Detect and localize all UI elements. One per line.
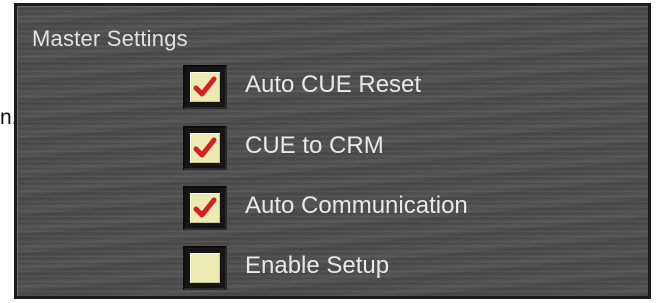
auto-cue-reset-label: Auto CUE Reset (245, 71, 422, 98)
auto-cue-reset-checkbox[interactable] (183, 65, 227, 109)
enable-setup-checkbox[interactable] (183, 246, 227, 290)
check-mark-icon (193, 197, 217, 218)
option-auto-communication[interactable]: Auto Communication (183, 186, 623, 232)
enable-setup-label: Enable Setup (245, 252, 390, 279)
option-cue-to-crm[interactable]: CUE to CRM (183, 126, 623, 172)
auto-communication-checkbox[interactable] (183, 186, 227, 230)
auto-communication-label: Auto Communication (245, 192, 468, 219)
cropped-text-fragment: n. (0, 106, 14, 129)
panel-title: Master Settings (32, 26, 188, 51)
check-mark-icon (193, 137, 217, 158)
option-enable-setup[interactable]: Enable Setup (183, 246, 623, 292)
cue-to-crm-checkbox[interactable] (183, 126, 227, 170)
option-auto-cue-reset[interactable]: Auto CUE Reset (183, 65, 623, 111)
cue-to-crm-label: CUE to CRM (245, 132, 384, 159)
master-settings-panel: Master Settings Auto CUE Reset CUE to CR… (14, 3, 651, 299)
check-mark-icon (193, 76, 217, 97)
